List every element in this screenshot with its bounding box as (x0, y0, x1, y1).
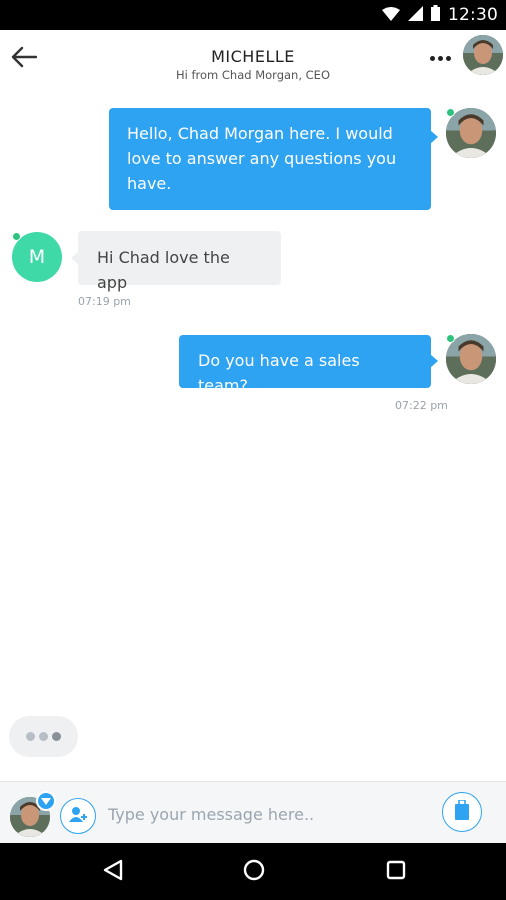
message-text: Hello, Chad Morgan here. I would love to… (127, 124, 397, 193)
incoming-message[interactable]: Hi Chad love the app (71, 231, 281, 292)
contact-letter-avatar[interactable]: M (12, 232, 62, 282)
system-nav-bar (0, 843, 506, 900)
nav-recents-button[interactable] (381, 857, 411, 887)
message-composer (0, 781, 506, 844)
attachment-icon (454, 799, 470, 824)
online-indicator (446, 334, 455, 343)
message-timestamp: 07:19 pm (78, 295, 131, 308)
message-text: Do you have a sales team? (198, 351, 360, 395)
sender-avatar[interactable] (446, 108, 496, 158)
nav-back-button[interactable] (98, 857, 128, 887)
contact-avatar[interactable] (463, 35, 503, 75)
status-bar: 12:30 (0, 0, 506, 30)
add-user-button[interactable] (60, 798, 96, 834)
outgoing-message[interactable]: Do you have a sales team? (179, 335, 438, 395)
online-indicator (12, 232, 21, 241)
dropdown-badge-icon[interactable] (36, 791, 56, 811)
message-input[interactable] (106, 796, 430, 832)
home-circle-icon (243, 859, 265, 885)
message-text: Hi Chad love the app (97, 248, 230, 292)
more-options-button[interactable] (430, 51, 460, 65)
contact-subtitle: Hi from Chad Morgan, CEO (175, 68, 330, 82)
more-horizontal-icon (430, 55, 435, 61)
signal-icon (408, 5, 423, 25)
recents-square-icon (386, 860, 406, 884)
back-triangle-icon (103, 859, 123, 885)
typing-indicator (9, 716, 78, 757)
status-time: 12:30 (448, 5, 498, 25)
chat-header: MICHELLE Hi from Chad Morgan, CEO (0, 30, 506, 92)
message-timestamp: 07:22 pm (395, 399, 448, 412)
online-indicator (446, 108, 455, 117)
add-user-icon (68, 806, 88, 826)
attach-button[interactable] (442, 792, 482, 832)
outgoing-message[interactable]: Hello, Chad Morgan here. I would love to… (109, 108, 438, 210)
sender-avatar[interactable] (446, 334, 496, 384)
wifi-icon (382, 6, 400, 25)
battery-icon (431, 5, 440, 25)
nav-home-button[interactable] (239, 857, 269, 887)
